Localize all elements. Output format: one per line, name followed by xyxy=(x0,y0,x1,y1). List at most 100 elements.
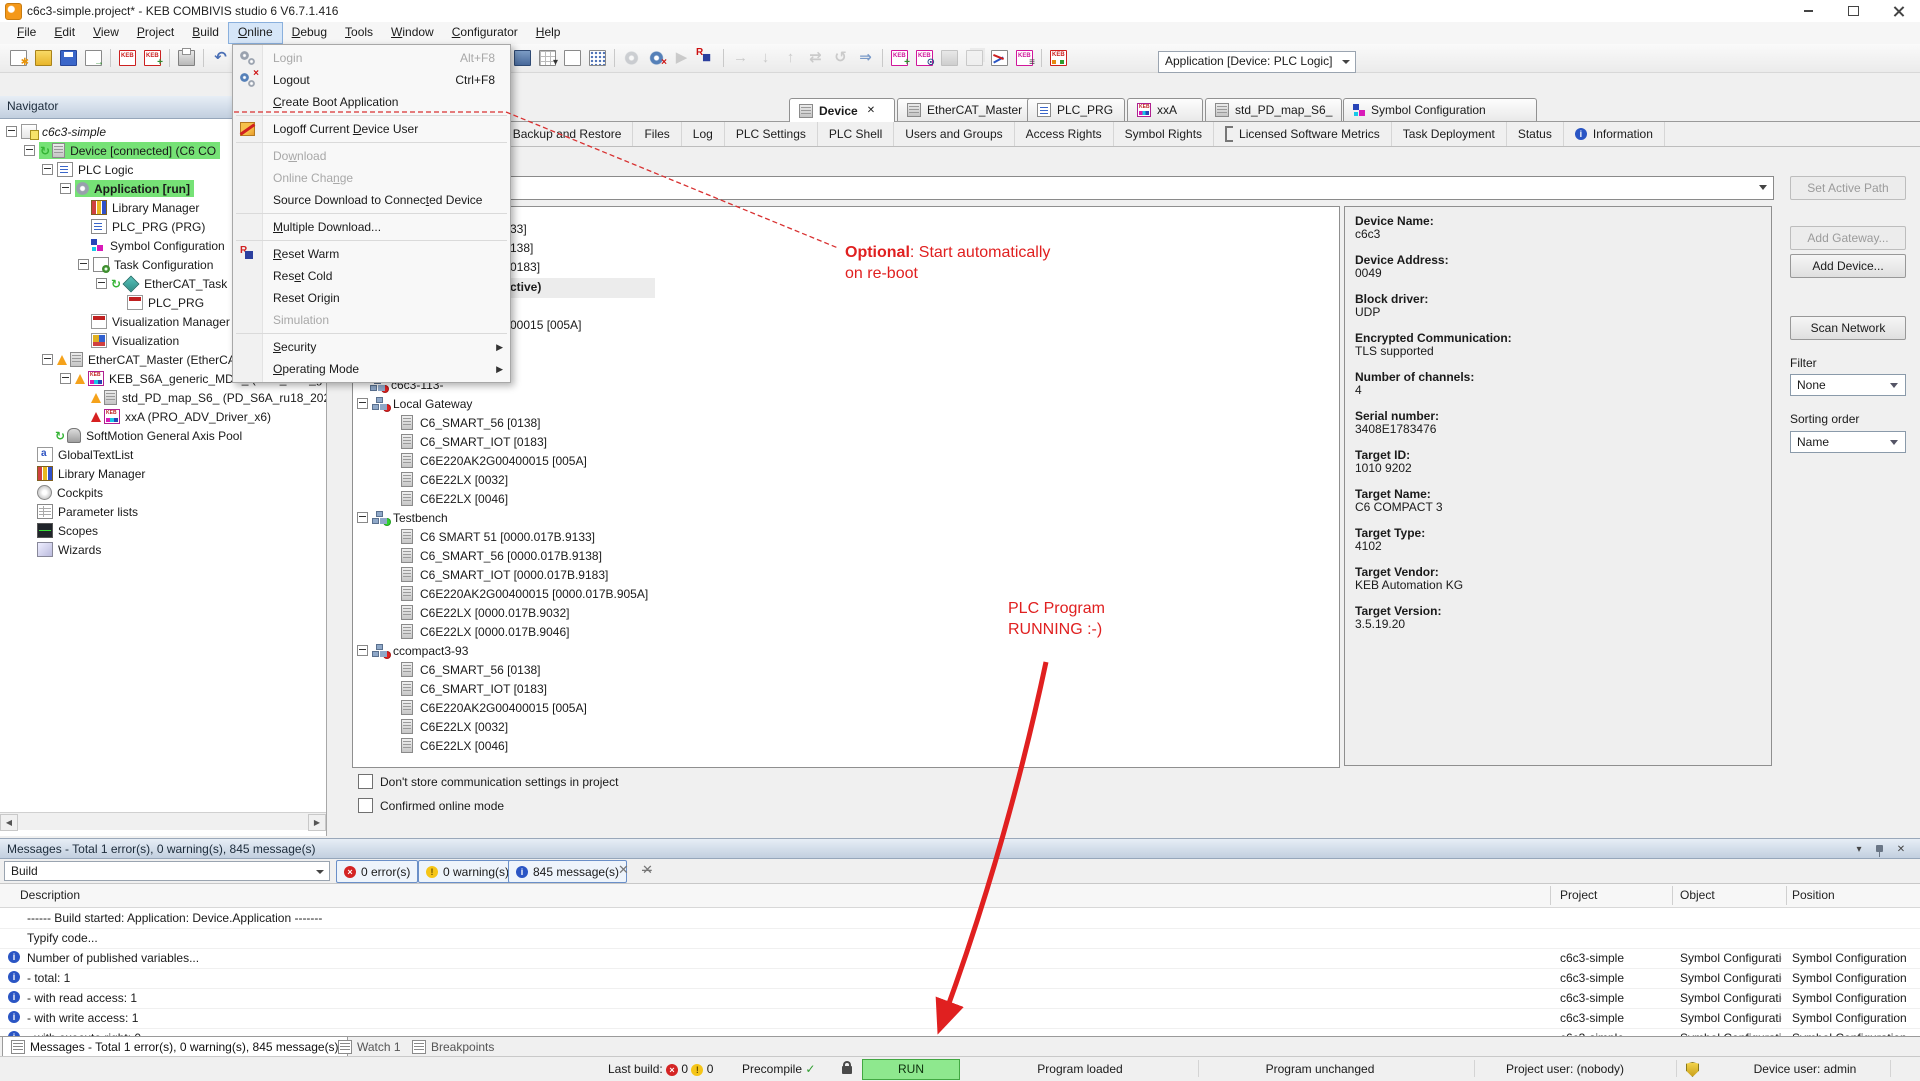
network-device-item[interactable]: C6_SMART_56 [0138] xyxy=(353,413,1339,432)
message-category-combo[interactable]: Build xyxy=(4,861,330,881)
message-row[interactable]: iNumber of published variables...c6c3-si… xyxy=(0,948,1920,969)
menu-item-operating-mode[interactable]: Operating Mode▶ xyxy=(233,358,510,380)
menu-item-source-download-to-connected-device[interactable]: Source Download to Connected Device xyxy=(233,189,510,211)
subtab-plc-settings[interactable]: PLC Settings xyxy=(725,122,818,146)
chart-icon[interactable] xyxy=(988,47,1011,68)
key-icon[interactable] xyxy=(938,47,961,68)
scroll-right-icon[interactable]: ▶ xyxy=(308,814,326,831)
step3-icon[interactable]: ↑ xyxy=(779,47,802,68)
col-description[interactable]: Description xyxy=(20,888,80,902)
menubar-item-tools[interactable]: Tools xyxy=(336,22,382,44)
menu-item-logoff-current-device-user[interactable]: Logoff Current Device User xyxy=(233,118,510,140)
undo-icon[interactable]: ↶ xyxy=(209,47,232,68)
filter-select[interactable]: None xyxy=(1790,374,1906,396)
expand-minus-icon[interactable] xyxy=(42,354,53,365)
rstop-icon[interactable]: R■ xyxy=(695,47,718,68)
keb-find-icon[interactable]: ⊙ xyxy=(913,47,936,68)
keb-doc-add-icon[interactable]: + xyxy=(141,47,164,68)
subtab-files[interactable]: Files xyxy=(633,122,681,146)
subtab-backup-and-restore[interactable]: Backup and Restore xyxy=(502,122,634,146)
scan-network-button[interactable]: Scan Network xyxy=(1790,316,1906,340)
info-filter-badge[interactable]: i845 message(s) xyxy=(508,860,627,883)
play-icon[interactable]: ▶ xyxy=(670,47,693,68)
network-device-item[interactable]: C6E22LX [0046] xyxy=(353,489,1339,508)
message-row[interactable]: i- total: 1c6c3-simpleSymbol Configurati… xyxy=(0,968,1920,989)
application-combo[interactable]: Application [Device: PLC Logic] xyxy=(1158,51,1356,73)
menu-item-reset-origin[interactable]: Reset Origin xyxy=(233,287,510,309)
error-filter-badge[interactable]: ×0 error(s) xyxy=(336,860,418,883)
menubar-item-online[interactable]: Online xyxy=(228,22,283,44)
save-icon[interactable] xyxy=(57,47,80,68)
add-gateway--button[interactable]: Add Gateway... xyxy=(1790,226,1906,250)
page2-icon[interactable] xyxy=(561,47,584,68)
print-icon[interactable] xyxy=(175,47,198,68)
bottom-tab-breakpoints[interactable]: Breakpoints xyxy=(404,1037,502,1056)
message-row[interactable]: Typify code... xyxy=(0,928,1920,949)
expand-minus-icon[interactable] xyxy=(78,259,89,270)
menu-item-security[interactable]: Security▶ xyxy=(233,336,510,358)
tab-plc-prg[interactable]: PLC_PRG xyxy=(1027,98,1125,121)
navigator-item[interactable]: ↻SoftMotion General Axis Pool xyxy=(0,426,326,445)
network-device-item[interactable]: C6E220AK2G00400015 [005A] xyxy=(353,451,1339,470)
subtab-access-rights[interactable]: Access Rights xyxy=(1015,122,1114,146)
menubar-item-file[interactable]: File xyxy=(8,22,45,44)
tab-device[interactable]: Device✕ xyxy=(789,98,895,122)
menu-item-online-change[interactable]: Online Change xyxy=(233,167,510,189)
gateway-item[interactable]: Testbench xyxy=(353,508,1339,527)
expand-minus-icon[interactable] xyxy=(60,183,71,194)
keb-net-icon[interactable] xyxy=(1047,47,1070,68)
step1-icon[interactable]: → xyxy=(729,47,752,68)
navigator-item[interactable]: xxA (PRO_ADV_Driver_x6) xyxy=(0,407,326,426)
step5-icon[interactable]: ↺ xyxy=(829,47,852,68)
menu-item-reset-cold[interactable]: Reset Cold xyxy=(233,265,510,287)
menu-item-download[interactable]: Download xyxy=(233,145,510,167)
col-position[interactable]: Position xyxy=(1792,888,1835,902)
navigator-item[interactable]: Scopes xyxy=(0,521,326,540)
col-project[interactable]: Project xyxy=(1560,888,1597,902)
subtab-licensed-software-metrics[interactable]: Licensed Software Metrics xyxy=(1214,122,1392,146)
network-device-item[interactable]: C6_SMART_56 [0000.017B.9138] xyxy=(353,546,1339,565)
menubar-item-debug[interactable]: Debug xyxy=(283,22,336,44)
message-row[interactable]: i- with read access: 1c6c3-simpleSymbol … xyxy=(0,988,1920,1009)
bottom-tab-watch[interactable]: Watch 1 xyxy=(330,1037,409,1056)
saveall-icon[interactable]: → xyxy=(82,47,105,68)
archive-icon[interactable] xyxy=(511,47,534,68)
expand-minus-icon[interactable] xyxy=(357,645,368,656)
network-device-item[interactable]: C6E22LX [0046] xyxy=(353,736,1339,755)
chevron-down-icon[interactable]: ▾ xyxy=(1852,843,1866,856)
add-device--button[interactable]: Add Device... xyxy=(1790,254,1906,278)
step2-icon[interactable]: ↓ xyxy=(754,47,777,68)
menu-item-create-boot-application[interactable]: Create Boot Application xyxy=(233,91,510,113)
keb-doc-icon[interactable] xyxy=(116,47,139,68)
network-device-item[interactable]: C6E220AK2G00400015 [0000.017B.905A] xyxy=(353,584,1339,603)
network-device-item[interactable]: C6_SMART_IOT [0183] xyxy=(353,679,1339,698)
network-device-item[interactable]: C6_SMART_IOT [0000.017B.9183] xyxy=(353,565,1339,584)
expand-minus-icon[interactable] xyxy=(24,145,35,156)
minimize-button[interactable] xyxy=(1786,0,1831,22)
subtab-log[interactable]: Log xyxy=(682,122,725,146)
expand-minus-icon[interactable] xyxy=(6,126,17,137)
menubar-item-help[interactable]: Help xyxy=(527,22,570,44)
paste-icon[interactable] xyxy=(963,47,986,68)
navigator-item[interactable]: std_PD_map_S6_ (PD_S6A_ru18_2024 xyxy=(0,388,326,407)
go-icon[interactable]: ⇒ xyxy=(854,47,877,68)
subtab-status[interactable]: Status xyxy=(1507,122,1564,146)
maximize-button[interactable] xyxy=(1831,0,1876,22)
keb-add-icon[interactable]: + xyxy=(888,47,911,68)
tab-symbol-configuration[interactable]: Symbol Configuration xyxy=(1343,98,1537,121)
network-device-item[interactable]: C6E22LX [0000.017B.9046] xyxy=(353,622,1339,641)
col-object[interactable]: Object xyxy=(1680,888,1715,902)
expand-minus-icon[interactable] xyxy=(357,398,368,409)
menubar-item-edit[interactable]: Edit xyxy=(45,22,84,44)
expand-minus-icon[interactable] xyxy=(357,512,368,523)
menubar-item-build[interactable]: Build xyxy=(183,22,228,44)
menu-item-simulation[interactable]: Simulation xyxy=(233,309,510,331)
scroll-left-icon[interactable]: ◀ xyxy=(0,814,18,831)
network-device-item[interactable]: C6E22LX [0032] xyxy=(353,470,1339,489)
expand-minus-icon[interactable] xyxy=(60,373,71,384)
subtab-users-and-groups[interactable]: Users and Groups xyxy=(894,122,1014,146)
subtab-task-deployment[interactable]: Task Deployment xyxy=(1392,122,1507,146)
navigator-item[interactable]: Parameter lists xyxy=(0,502,326,521)
warning-filter-badge[interactable]: !0 warning(s) xyxy=(418,860,517,883)
open-icon[interactable] xyxy=(32,47,55,68)
